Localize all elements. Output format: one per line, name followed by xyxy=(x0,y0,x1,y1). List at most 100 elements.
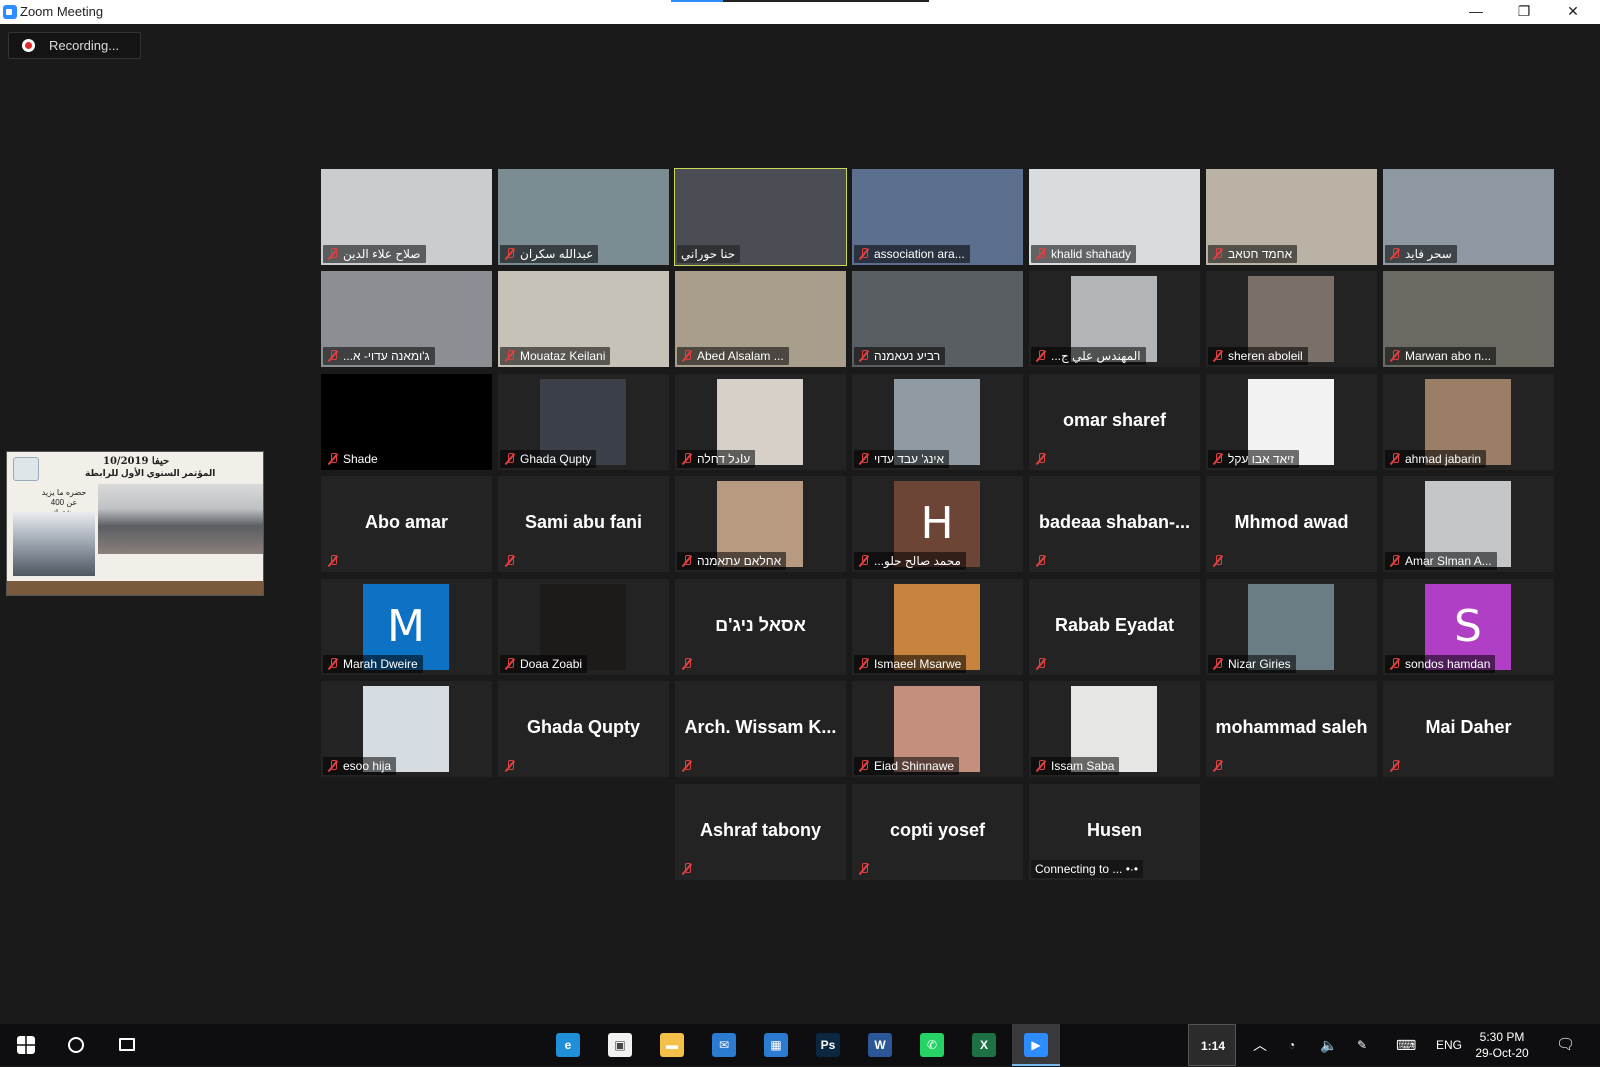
volume-icon[interactable]: 🔈 xyxy=(1320,1024,1337,1066)
participant-tile[interactable]: H محمد صالح حلو... xyxy=(852,476,1023,572)
participant-tile[interactable]: זיאד אבו עקל xyxy=(1206,374,1377,470)
participant-tile[interactable]: Mhmod awad xyxy=(1206,476,1377,572)
muted-mic-icon xyxy=(1390,658,1400,670)
participant-tile[interactable]: אסאל ניג'ם xyxy=(675,579,846,675)
participant-tile[interactable]: copti yosef xyxy=(852,784,1023,880)
participant-display-name: omar sharef xyxy=(1062,410,1167,430)
participant-tile[interactable]: Ghada Qupty xyxy=(498,374,669,470)
pen-icon[interactable]: ✎ xyxy=(1357,1024,1367,1066)
participant-tile[interactable]: אינג' עבד עדוי xyxy=(852,374,1023,470)
participant-tile[interactable]: Husen Connecting to ... •·• xyxy=(1029,784,1200,880)
timer-label: 1:14 xyxy=(1200,1039,1226,1053)
taskbar-excel-button[interactable]: X xyxy=(960,1024,1008,1066)
muted-mic-icon xyxy=(1390,555,1400,567)
organization-logo-icon xyxy=(13,457,39,481)
participant-tile[interactable]: صلاح علاء الدين xyxy=(321,169,492,265)
participant-tile[interactable]: عبدالله سكران xyxy=(498,169,669,265)
network-icon[interactable]: ◔ xyxy=(1288,1024,1295,1066)
keyboard-icon[interactable]: ⌨ xyxy=(1396,1024,1416,1066)
participant-name-label: Issam Saba xyxy=(1031,757,1120,775)
minimize-button[interactable]: — xyxy=(1453,0,1499,24)
participant-status: Connecting to ... •·• xyxy=(1031,860,1144,878)
participant-tile[interactable]: Ashraf tabony xyxy=(675,784,846,880)
participant-tile[interactable]: M Marah Dweire xyxy=(321,579,492,675)
meeting-timer[interactable]: 1:14 xyxy=(1188,1024,1236,1066)
participant-tile[interactable]: Amar Slman A... xyxy=(1383,476,1554,572)
taskbar-edge-button[interactable]: e xyxy=(544,1024,592,1066)
task-view-button[interactable] xyxy=(103,1024,151,1066)
participant-tile[interactable]: Ssondos hamdan xyxy=(1383,579,1554,675)
language-indicator[interactable]: ENG xyxy=(1436,1024,1462,1066)
participant-tile[interactable]: Abo amar xyxy=(321,476,492,572)
participant-name-label: khalid shahady xyxy=(1031,245,1137,263)
participant-tile[interactable]: Eiad Shinnawe xyxy=(852,681,1023,777)
muted-mic-icon xyxy=(1213,555,1223,567)
participant-name-label: Marah Dweire xyxy=(323,655,423,673)
participant-tile[interactable]: אחלאם עתאמנה xyxy=(675,476,846,572)
muted-mic-icon xyxy=(328,248,338,260)
recording-indicator[interactable]: Recording... xyxy=(8,32,141,59)
participant-name-label: ahmad jabarin xyxy=(1385,450,1487,468)
participant-tile[interactable]: Doaa Zoabi xyxy=(498,579,669,675)
participant-tile[interactable]: Nizar Giries xyxy=(1206,579,1377,675)
participant-tile[interactable]: mohammad saleh xyxy=(1206,681,1377,777)
shared-headline: المؤتمر السنوي الأول للرابطة xyxy=(85,468,216,478)
participant-tile[interactable]: Arch. Wissam K... xyxy=(675,681,846,777)
search-button[interactable] xyxy=(52,1024,100,1066)
clock[interactable]: 5:30 PM 29-Oct-20 xyxy=(1470,1029,1534,1061)
participant-tile[interactable]: Shade xyxy=(321,374,492,470)
participant-tile[interactable]: badeaa shaban-... xyxy=(1029,476,1200,572)
zoom-icon: ▶ xyxy=(1024,1033,1048,1057)
participant-tile[interactable]: omar sharef xyxy=(1029,374,1200,470)
participant-name-label: association ara... xyxy=(854,245,970,263)
notifications-icon[interactable]: 🗨 xyxy=(1556,1024,1575,1066)
taskbar-word-button[interactable]: W xyxy=(856,1024,904,1066)
participant-display-name: Abo amar xyxy=(364,512,449,532)
participant-tile[interactable]: المهندس علي ج... xyxy=(1029,271,1200,367)
participant-name-label: אינג' עבד עדוי xyxy=(854,450,950,468)
participant-name-label xyxy=(1208,757,1228,775)
participant-tile[interactable]: עادל דחלה xyxy=(675,374,846,470)
participant-tile[interactable]: Mouataz Keilani xyxy=(498,271,669,367)
taskbar-zoom-button[interactable]: ▶ xyxy=(1012,1024,1060,1066)
participant-tile[interactable]: Issam Saba xyxy=(1029,681,1200,777)
participant-tile[interactable]: association ara... xyxy=(852,169,1023,265)
taskbar-store-button[interactable]: ▣ xyxy=(596,1024,644,1066)
calendar-icon: ▦ xyxy=(764,1033,788,1057)
participant-tile[interactable]: ahmad jabarin xyxy=(1383,374,1554,470)
participant-tile[interactable]: ג'ומאנה עדוי- א... xyxy=(321,271,492,367)
participant-tile[interactable]: Ismaeel Msarwe xyxy=(852,579,1023,675)
start-button[interactable] xyxy=(2,1024,50,1066)
participant-display-name: Husen xyxy=(1086,820,1142,840)
participant-display-name: Mai Daher xyxy=(1425,717,1512,737)
participant-tile[interactable]: Mai Daher xyxy=(1383,681,1554,777)
taskbar-whatsapp-button[interactable]: ✆ xyxy=(908,1024,956,1066)
participant-tile[interactable]: Marwan abo n... xyxy=(1383,271,1554,367)
restore-button[interactable]: ❐ xyxy=(1501,0,1547,24)
show-hidden-icons-chevron-icon[interactable]: ︿ xyxy=(1253,1024,1267,1066)
close-button[interactable]: ✕ xyxy=(1550,0,1596,24)
participant-tile[interactable]: Abed Alsalam ... xyxy=(675,271,846,367)
participant-tile[interactable]: sheren aboleil xyxy=(1206,271,1377,367)
participant-name-label: esoo hija xyxy=(323,757,397,775)
participant-tile[interactable]: khalid shahady xyxy=(1029,169,1200,265)
taskbar-calendar-button[interactable]: ▦ xyxy=(752,1024,800,1066)
shared-content-thumbnail[interactable]: 10/2019 حيفا المؤتمر السنوي الأول للرابط… xyxy=(6,451,264,596)
participant-name-label: אחמד חטאב xyxy=(1208,245,1298,263)
taskbar-mail-button[interactable]: ✉ xyxy=(700,1024,748,1066)
participant-tile[interactable]: Sami abu fani xyxy=(498,476,669,572)
participant-tile[interactable]: Ghada Qupty xyxy=(498,681,669,777)
participant-display-name: badeaa shaban-... xyxy=(1038,512,1191,532)
participant-tile[interactable]: حنا حوراني xyxy=(674,168,847,266)
windows-logo-icon xyxy=(17,1036,35,1054)
participant-tile[interactable]: سحر فايد xyxy=(1383,169,1554,265)
taskbar-photoshop-button[interactable]: Ps xyxy=(804,1024,852,1066)
participant-name-label: ג'ומאנה עדוי- א... xyxy=(323,347,435,365)
participant-tile[interactable]: רביע נעאמנה xyxy=(852,271,1023,367)
participant-tile[interactable]: אחמד חטאב xyxy=(1206,169,1377,265)
participant-tile[interactable]: Rabab Eyadat xyxy=(1029,579,1200,675)
participant-tile[interactable]: esoo hija xyxy=(321,681,492,777)
slide-footer xyxy=(7,581,263,595)
muted-mic-icon xyxy=(682,350,692,362)
taskbar-explorer-button[interactable]: ▬ xyxy=(648,1024,696,1066)
